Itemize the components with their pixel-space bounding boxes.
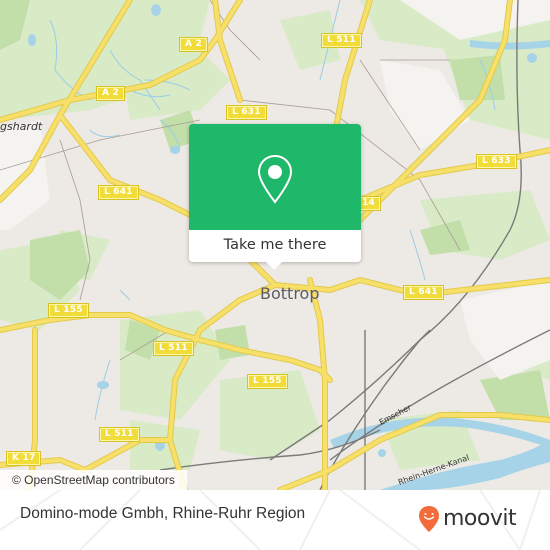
city-label-bottrop: Bottrop [260, 284, 320, 303]
moovit-wordmark: moovit [443, 506, 517, 531]
road-shield-l511: L 511 [153, 341, 194, 356]
road-shield-l155: L 155 [48, 303, 89, 318]
road-shield-l511: L 511 [321, 33, 362, 48]
map-attribution[interactable]: © OpenStreetMap contributors [0, 470, 187, 490]
popup-card: Take me there [189, 124, 361, 262]
road-shield-a2: A 2 [179, 37, 208, 52]
road-shield-k17: K 17 [5, 451, 42, 466]
road-shield-l633: L 633 [476, 154, 517, 169]
location-popup: Take me there [189, 124, 361, 270]
place-label-partial: gshardt [0, 120, 43, 133]
popup-header [189, 124, 361, 230]
road-shield-l631: L 631 [226, 105, 267, 120]
popup-pointer [265, 261, 283, 270]
moovit-logo[interactable]: moovit [418, 504, 517, 534]
footer-bar: Domino-mode Gmbh, Rhine-Ruhr Region moov… [0, 490, 550, 550]
map-pin-icon [257, 154, 293, 204]
road-shield-l511: L 511 [99, 427, 140, 442]
take-me-there-button[interactable]: Take me there [189, 230, 361, 262]
road-shield-l641: L 641 [98, 185, 139, 200]
place-title: Domino-mode Gmbh, Rhine-Ruhr Region [20, 505, 306, 522]
road-shield-a2: A 2 [96, 86, 125, 101]
road-shield-l155: L 155 [247, 374, 288, 389]
map-view[interactable]: A 2 A 2 L 511 L 631 L 633 L 641 14 L 641… [0, 0, 550, 490]
road-shield-l641: L 641 [403, 285, 444, 300]
moovit-pin-icon [419, 506, 439, 532]
